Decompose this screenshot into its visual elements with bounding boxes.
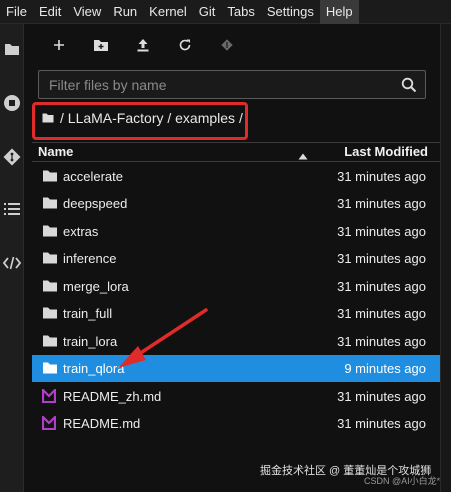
menu-settings[interactable]: Settings bbox=[261, 0, 320, 24]
annotation-highlight-box bbox=[32, 102, 248, 140]
folder-icon bbox=[42, 361, 58, 376]
git-clone-icon[interactable] bbox=[216, 34, 238, 56]
file-row[interactable]: train_full 31 minutes ago bbox=[32, 300, 440, 327]
activity-rail bbox=[0, 24, 24, 492]
file-row[interactable]: merge_lora 31 minutes ago bbox=[32, 273, 440, 300]
file-list-header: Name Last Modified bbox=[32, 142, 440, 162]
folder-icon bbox=[42, 251, 58, 266]
file-modified: 31 minutes ago bbox=[337, 306, 426, 321]
file-row[interactable]: README.md 31 minutes ago bbox=[32, 410, 440, 437]
menu-view[interactable]: View bbox=[67, 0, 107, 24]
folder-icon bbox=[42, 224, 58, 239]
file-modified: 31 minutes ago bbox=[337, 196, 426, 211]
file-modified: 31 minutes ago bbox=[337, 416, 426, 431]
column-name-header[interactable]: Name bbox=[38, 144, 73, 159]
menu-file[interactable]: File bbox=[0, 0, 33, 24]
file-name: train_full bbox=[63, 306, 113, 321]
menu-git[interactable]: Git bbox=[193, 0, 222, 24]
menu-edit[interactable]: Edit bbox=[33, 0, 67, 24]
new-launcher-plus-icon[interactable] bbox=[48, 34, 70, 56]
file-modified: 31 minutes ago bbox=[337, 279, 426, 294]
file-row[interactable]: inference 31 minutes ago bbox=[32, 245, 440, 272]
menu-bar: File Edit View Run Kernel Git Tabs Setti… bbox=[0, 0, 451, 24]
folder-icon bbox=[42, 196, 58, 211]
file-modified: 31 minutes ago bbox=[337, 334, 426, 349]
menu-tabs[interactable]: Tabs bbox=[221, 0, 260, 24]
folder-icon bbox=[42, 169, 58, 184]
file-row[interactable]: README_zh.md 31 minutes ago bbox=[32, 383, 440, 410]
file-row[interactable]: accelerate 31 minutes ago bbox=[32, 163, 440, 190]
file-modified: 31 minutes ago bbox=[337, 224, 426, 239]
refresh-icon[interactable] bbox=[174, 34, 196, 56]
folder-icon[interactable] bbox=[1, 38, 23, 60]
markdown-file-icon bbox=[41, 387, 58, 404]
file-row[interactable]: extras 31 minutes ago bbox=[32, 218, 440, 245]
menu-help[interactable]: Help bbox=[319, 0, 359, 24]
file-name: accelerate bbox=[63, 169, 123, 184]
search-icon[interactable] bbox=[401, 77, 417, 98]
file-name: train_qlora bbox=[63, 361, 125, 376]
upload-icon[interactable] bbox=[132, 34, 154, 56]
file-modified: 31 minutes ago bbox=[337, 389, 426, 404]
file-modified: 9 minutes ago bbox=[344, 361, 426, 376]
file-row[interactable]: train_lora 31 minutes ago bbox=[32, 328, 440, 355]
file-name: README.md bbox=[63, 416, 141, 431]
folder-icon bbox=[42, 306, 58, 321]
file-name: train_lora bbox=[63, 334, 118, 349]
folder-icon bbox=[42, 279, 58, 294]
new-folder-icon[interactable] bbox=[90, 34, 112, 56]
code-icon[interactable] bbox=[1, 252, 23, 274]
file-name: extras bbox=[63, 224, 99, 239]
vertical-scrollbar[interactable] bbox=[440, 24, 451, 492]
watermark-csdn: CSDN @AI小白龙* bbox=[364, 476, 441, 486]
folder-icon bbox=[42, 334, 58, 349]
file-name: deepspeed bbox=[63, 196, 128, 211]
file-name: merge_lora bbox=[63, 279, 129, 294]
file-modified: 31 minutes ago bbox=[337, 169, 426, 184]
git-icon[interactable] bbox=[1, 146, 23, 168]
menu-kernel[interactable]: Kernel bbox=[143, 0, 193, 24]
menu-run[interactable]: Run bbox=[107, 0, 143, 24]
list-icon[interactable] bbox=[1, 198, 23, 220]
file-name: inference bbox=[63, 251, 117, 266]
stop-circle-icon[interactable] bbox=[1, 92, 23, 114]
filter-files-box bbox=[38, 70, 426, 99]
file-row-selected[interactable]: train_qlora 9 minutes ago bbox=[32, 355, 440, 382]
column-last-modified-header[interactable]: Last Modified bbox=[344, 144, 428, 159]
markdown-file-icon bbox=[41, 414, 58, 431]
file-row[interactable]: deepspeed 31 minutes ago bbox=[32, 190, 440, 217]
file-modified: 31 minutes ago bbox=[337, 251, 426, 266]
file-name: README_zh.md bbox=[63, 389, 162, 404]
filter-files-input[interactable] bbox=[39, 71, 399, 98]
